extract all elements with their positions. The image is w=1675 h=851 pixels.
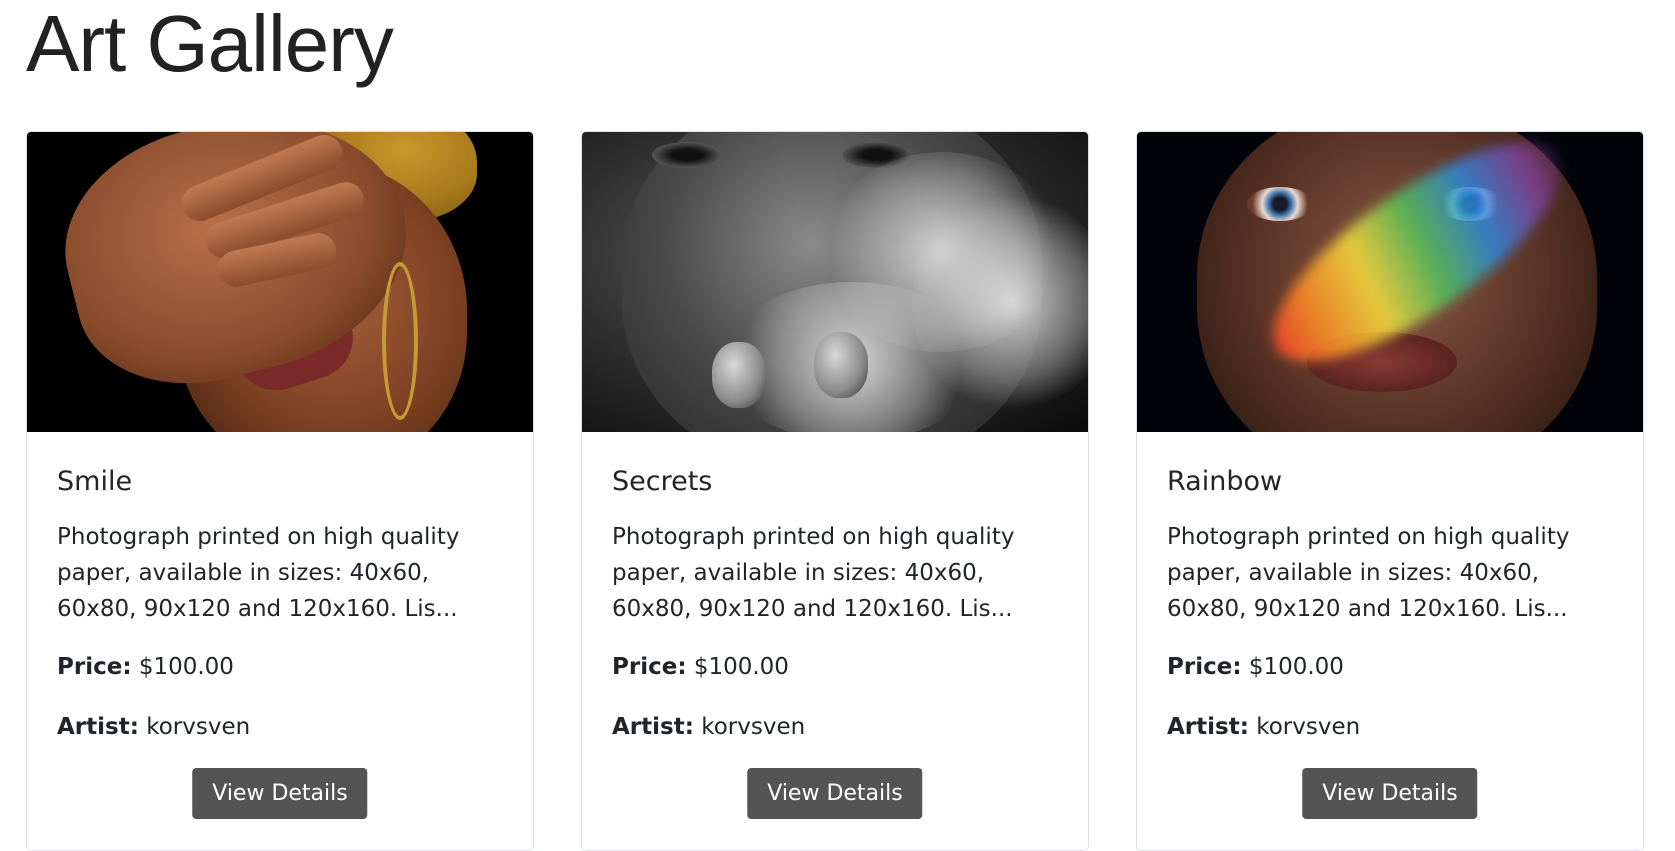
price-label: Price:	[612, 654, 687, 680]
card-body: Rainbow Photograph printed on high quali…	[1137, 432, 1643, 745]
artwork-title: Secrets	[612, 466, 713, 497]
image-detail-earring	[382, 262, 418, 420]
price-value: $100.00	[138, 654, 234, 680]
view-details-button[interactable]: View Details	[1302, 768, 1478, 819]
image-detail-eye	[652, 142, 722, 168]
artwork-image-smile[interactable]	[27, 132, 533, 432]
artwork-description: Photograph printed on high quality paper…	[1167, 524, 1570, 622]
gallery-grid: Smile Photograph printed on high quality…	[26, 131, 1650, 851]
price-value: $100.00	[693, 654, 789, 680]
artwork-artist: Artist: korvsven	[1167, 709, 1613, 745]
artwork-price: Price: $100.00	[1167, 649, 1613, 685]
price-value: $100.00	[1248, 654, 1344, 680]
artist-label: Artist:	[612, 714, 694, 740]
view-details-button[interactable]: View Details	[192, 768, 368, 819]
artwork-description: Photograph printed on high quality paper…	[57, 524, 460, 622]
artist-value: korvsven	[146, 714, 251, 740]
artist-label: Artist:	[1167, 714, 1249, 740]
image-detail-eye	[1247, 187, 1313, 221]
artist-value: korvsven	[701, 714, 806, 740]
price-label: Price:	[57, 654, 132, 680]
card-body: Smile Photograph printed on high quality…	[27, 432, 533, 745]
view-details-button[interactable]: View Details	[747, 768, 923, 819]
artwork-image-secrets[interactable]	[582, 132, 1088, 432]
artwork-artist: Artist: korvsven	[612, 709, 1058, 745]
price-label: Price:	[1167, 654, 1242, 680]
artwork-description: Photograph printed on high quality paper…	[612, 524, 1015, 622]
artist-label: Artist:	[57, 714, 139, 740]
artist-value: korvsven	[1256, 714, 1361, 740]
artwork-image-rainbow[interactable]	[1137, 132, 1643, 432]
artwork-title: Rainbow	[1167, 466, 1283, 497]
artwork-price: Price: $100.00	[612, 649, 1058, 685]
artwork-card: Secrets Photograph printed on high quali…	[581, 131, 1089, 851]
card-body: Secrets Photograph printed on high quali…	[582, 432, 1088, 745]
artwork-artist: Artist: korvsven	[57, 709, 503, 745]
artwork-card: Smile Photograph printed on high quality…	[26, 131, 534, 851]
artwork-title: Smile	[57, 466, 133, 497]
image-detail-finger	[814, 332, 868, 398]
artwork-card: Rainbow Photograph printed on high quali…	[1136, 131, 1644, 851]
artwork-price: Price: $100.00	[57, 649, 503, 685]
page-title: Art Gallery	[26, 0, 394, 88]
image-detail-finger	[712, 342, 766, 408]
